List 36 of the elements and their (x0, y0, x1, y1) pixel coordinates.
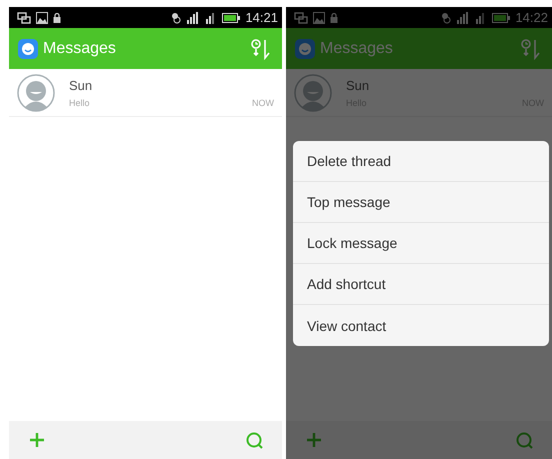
menu-item[interactable]: Delete thread (293, 141, 549, 182)
add-icon[interactable] (306, 432, 322, 448)
smiley-icon (295, 38, 315, 58)
status-time: 14:21 (245, 10, 278, 25)
app-title: Messages (320, 40, 393, 58)
sort-icon[interactable] (250, 38, 270, 60)
signal-icon (186, 12, 200, 24)
battery-icon (492, 12, 510, 22)
contact-name: Sun (346, 78, 370, 92)
menu-item[interactable]: Lock message (293, 223, 549, 264)
search-icon[interactable] (516, 432, 533, 448)
contact-name: Sun (69, 78, 94, 92)
screens-icon (17, 12, 31, 24)
status-time: 14:22 (515, 10, 548, 25)
sort-icon[interactable] (520, 38, 540, 60)
lock-icon (330, 12, 338, 22)
conversation-item[interactable]: Sun Hello NOW (9, 69, 282, 117)
message-time: NOW (252, 98, 274, 108)
avatar-icon (17, 74, 55, 112)
app-title: Messages (43, 40, 116, 58)
battery-icon (222, 12, 240, 22)
add-icon[interactable] (29, 432, 45, 448)
message-preview: Hello (69, 98, 91, 108)
sync-icon (441, 12, 452, 24)
image-icon (36, 12, 48, 24)
sync-icon (171, 12, 182, 24)
image-icon (313, 12, 325, 24)
avatar-icon (294, 74, 332, 112)
menu-item[interactable]: Add shortcut (293, 264, 549, 305)
screens-icon (294, 12, 308, 24)
search-icon[interactable] (246, 432, 263, 448)
lock-icon (53, 12, 61, 22)
menu-item[interactable]: View contact (293, 305, 549, 346)
menu-item[interactable]: Top message (293, 182, 549, 223)
smiley-icon (18, 38, 38, 58)
signal-icon (456, 12, 470, 24)
